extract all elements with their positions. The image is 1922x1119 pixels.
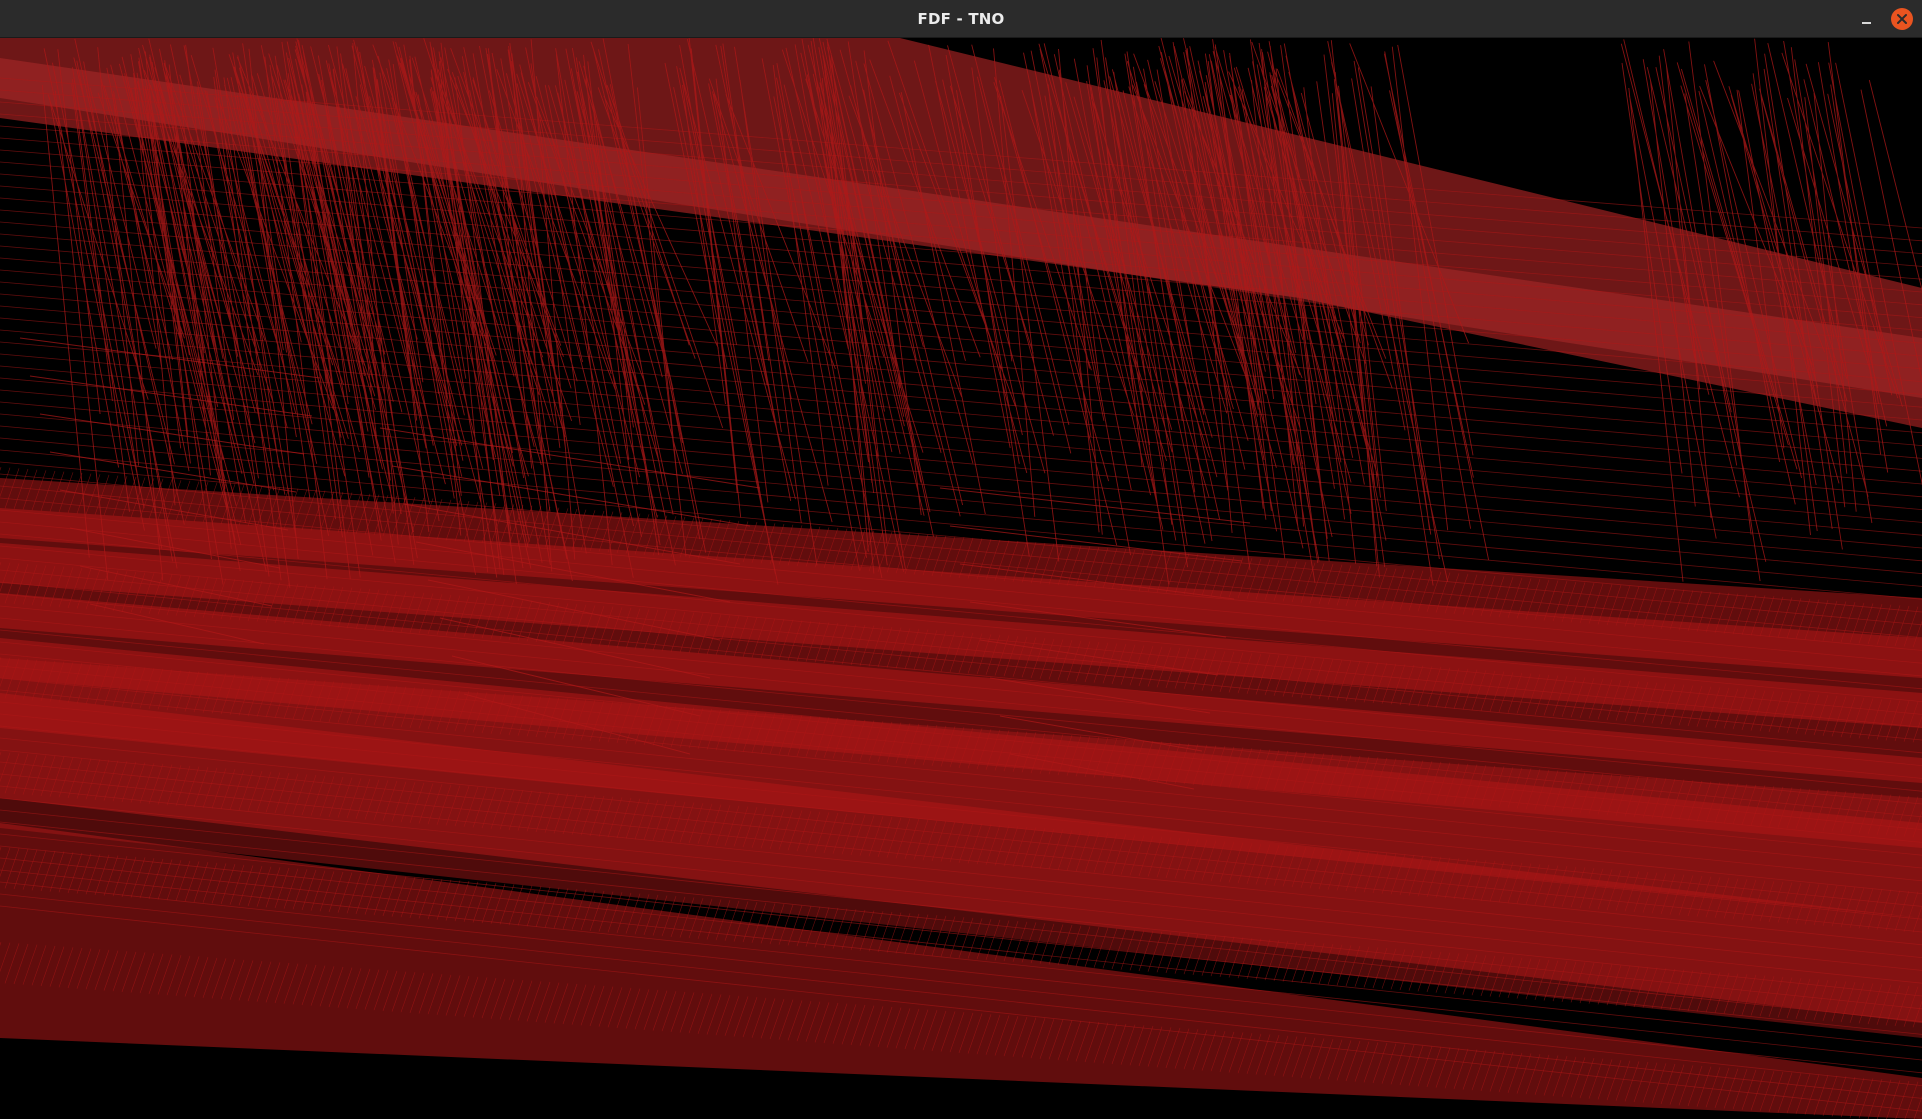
wireframe-terrain xyxy=(0,38,1922,1119)
minimize-button[interactable] xyxy=(1855,7,1879,31)
window-title: FDF - TNO xyxy=(917,10,1005,28)
app-window: FDF - TNO xyxy=(0,0,1922,1119)
close-icon xyxy=(1897,14,1907,24)
close-button[interactable] xyxy=(1891,8,1913,30)
title-bar[interactable]: FDF - TNO xyxy=(0,0,1922,38)
render-canvas[interactable] xyxy=(0,38,1922,1119)
